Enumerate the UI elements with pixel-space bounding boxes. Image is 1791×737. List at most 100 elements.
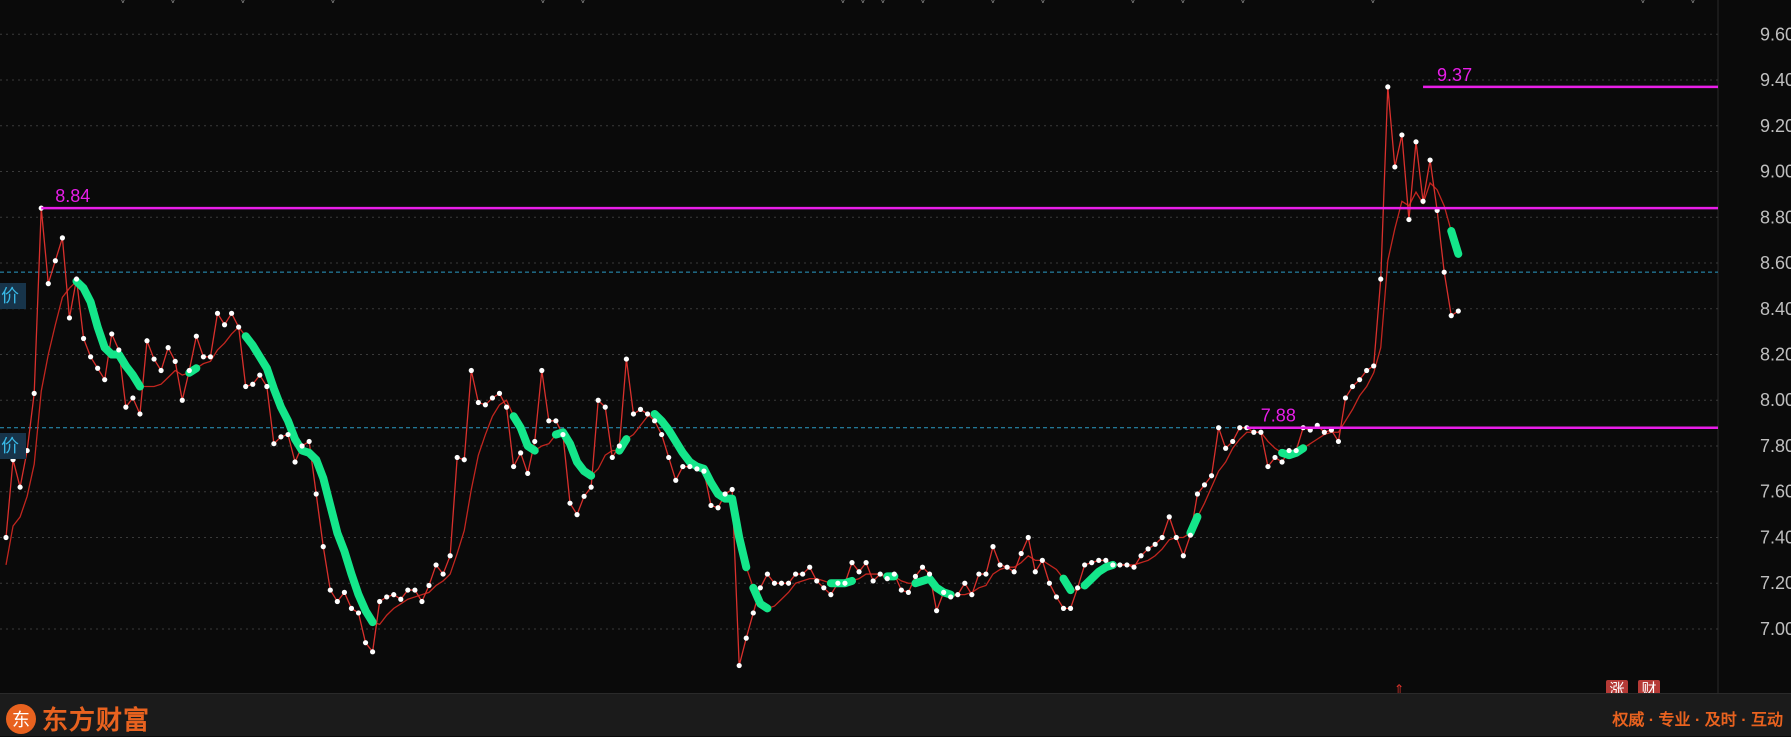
- price-point: [341, 589, 347, 595]
- price-point: [870, 578, 876, 584]
- price-point: [229, 310, 235, 316]
- price-point: [785, 580, 792, 586]
- price-point: [510, 463, 517, 470]
- price-point: [532, 438, 538, 445]
- price-point: [31, 390, 37, 396]
- price-point: [1131, 564, 1137, 570]
- price-point: [475, 399, 481, 406]
- price-point: [525, 470, 531, 477]
- price-point: [630, 411, 637, 417]
- price-point: [976, 571, 982, 577]
- top-marker: ˅: [1040, 0, 1046, 7]
- price-point: [1060, 605, 1067, 611]
- price-point: [1448, 313, 1454, 319]
- price-point: [659, 431, 665, 438]
- price-point: [264, 383, 270, 390]
- price-point: [1096, 557, 1102, 563]
- top-marker: ˅: [240, 0, 246, 7]
- top-marker: ˅: [1130, 0, 1136, 7]
- price-point: [1399, 132, 1405, 138]
- top-marker: ˅: [880, 0, 886, 7]
- y-tick-label: 7.40: [1760, 527, 1791, 547]
- price-point: [144, 338, 150, 344]
- top-marker: ˅: [1370, 0, 1376, 7]
- price-point: [955, 592, 961, 598]
- price-point: [1032, 569, 1038, 575]
- brand[interactable]: 东 东方财富: [6, 700, 150, 737]
- price-point: [95, 365, 101, 371]
- price-point: [1018, 550, 1024, 557]
- price-point: [884, 576, 890, 582]
- price-point: [1371, 363, 1377, 369]
- price-point: [574, 512, 580, 518]
- price-point: [151, 356, 157, 362]
- price-point: [849, 560, 855, 566]
- price-point: [771, 580, 778, 586]
- price-point: [285, 431, 291, 438]
- price-point: [1258, 429, 1264, 435]
- top-marker: ˅: [330, 0, 336, 7]
- price-point: [652, 418, 658, 424]
- price-point: [1293, 447, 1299, 454]
- price-point: [165, 345, 171, 351]
- price-point: [355, 610, 362, 616]
- price-point: [560, 431, 566, 438]
- price-point: [1180, 553, 1186, 559]
- price-point: [348, 605, 355, 611]
- top-marker: ˅: [1690, 0, 1696, 7]
- price-point: [919, 564, 926, 570]
- price-point: [1173, 534, 1179, 541]
- price-point: [1413, 139, 1419, 145]
- price-point: [750, 610, 756, 616]
- price-point: [673, 477, 679, 483]
- price-point: [1223, 445, 1229, 451]
- price-point: [1011, 569, 1017, 575]
- price-point: [1441, 269, 1447, 275]
- price-point: [1166, 514, 1172, 520]
- price-point: [503, 404, 510, 410]
- price-point: [1025, 534, 1031, 541]
- price-point: [1251, 429, 1257, 435]
- price-point: [59, 235, 65, 241]
- price-point: [250, 381, 256, 387]
- price-point: [1216, 425, 1222, 431]
- price-point: [257, 372, 263, 378]
- price-point: [73, 276, 80, 282]
- y-tick-label: 9.40: [1760, 70, 1791, 90]
- price-point: [546, 418, 552, 424]
- price-point: [80, 335, 87, 342]
- price-point: [200, 354, 206, 360]
- price-point: [623, 356, 630, 362]
- level-label: 8.84: [55, 186, 90, 206]
- price-point: [186, 367, 192, 374]
- price-point: [1089, 560, 1095, 566]
- y-tick-label: 8.20: [1760, 345, 1791, 365]
- price-point: [736, 662, 742, 669]
- price-point: [1152, 541, 1158, 547]
- price-point: [1392, 164, 1398, 170]
- price-point: [1420, 198, 1426, 204]
- price-point: [52, 258, 58, 264]
- top-marker: ˅: [920, 0, 926, 7]
- price-point: [926, 571, 933, 577]
- price-chart[interactable]: 7.00 7.20 7.40 7.60 7.80 8.00 8.20 8.40 8.60 8.80…: [0, 0, 1791, 693]
- price-point: [1201, 482, 1208, 488]
- price-point: [405, 587, 411, 593]
- price-point: [856, 569, 862, 575]
- price-point: [778, 580, 785, 586]
- y-tick-label: 9.20: [1760, 116, 1791, 136]
- y-tick-label: 8.60: [1760, 253, 1791, 273]
- price-point: [934, 608, 940, 614]
- price-point: [1335, 438, 1342, 445]
- price-point: [391, 592, 397, 598]
- price-point: [1406, 216, 1412, 223]
- price-point: [637, 406, 644, 412]
- price-point: [116, 347, 122, 353]
- price-point: [581, 493, 587, 499]
- price-point: [370, 649, 376, 655]
- price-point: [45, 281, 51, 287]
- price-point: [1138, 553, 1144, 559]
- top-marker: ˅: [170, 0, 176, 7]
- price-tag-upper: 价: [0, 283, 26, 309]
- price-point: [496, 390, 503, 396]
